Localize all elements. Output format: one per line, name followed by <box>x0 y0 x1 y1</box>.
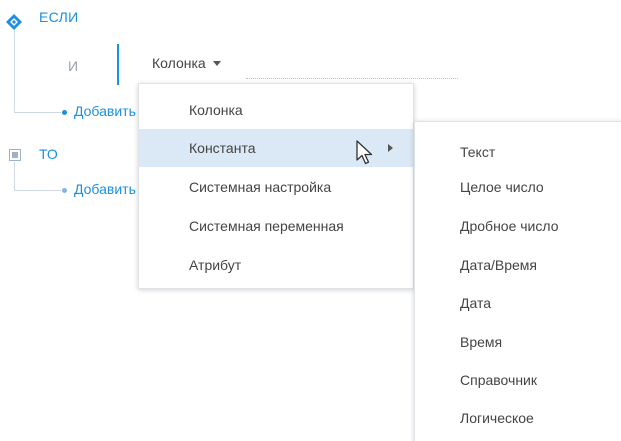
tree-branch-if-add <box>14 112 61 113</box>
mouse-cursor-icon <box>356 140 373 165</box>
menu-item-label: Атрибут <box>189 257 242 273</box>
diamond-icon <box>6 14 22 30</box>
submenu-item-label: Дробное число <box>460 218 559 234</box>
add-action-link[interactable]: Добавить <box>74 181 136 197</box>
constant-type-submenu: Текст Целое число Дробное число Дата/Вре… <box>414 121 621 441</box>
column-select[interactable]: Колонка <box>152 55 221 71</box>
submenu-item-date[interactable]: Дата <box>415 284 621 322</box>
menu-item-label: Системная переменная <box>189 218 344 234</box>
submenu-item-decimal[interactable]: Дробное число <box>415 207 621 245</box>
submenu-item-boolean[interactable]: Логическое <box>415 399 621 437</box>
tree-branch-then-add <box>14 190 61 191</box>
submenu-item-label: Время <box>460 334 503 350</box>
submenu-item-datetime[interactable]: Дата/Время <box>415 246 621 284</box>
bullet-icon <box>62 188 67 193</box>
menu-item-system-setting[interactable]: Системная настройка <box>139 168 413 206</box>
and-group-bar <box>117 44 119 85</box>
tree-line-if <box>14 30 15 113</box>
tree-line-then <box>14 162 15 191</box>
add-condition-link[interactable]: Добавить <box>74 103 136 119</box>
submenu-item-label: Текст <box>460 144 496 160</box>
column-select-label: Колонка <box>152 55 206 71</box>
submenu-item-label: Дата/Время <box>460 257 538 273</box>
bullet-icon <box>62 110 67 115</box>
value-type-menu: Колонка Константа Системная настройка Си… <box>138 83 414 289</box>
submenu-item-label: Логическое <box>460 410 534 426</box>
menu-item-label: Колонка <box>189 102 243 118</box>
condition-value-field[interactable] <box>246 78 458 79</box>
square-icon <box>9 149 21 161</box>
menu-item-system-variable[interactable]: Системная переменная <box>139 207 413 245</box>
chevron-right-icon <box>388 144 393 152</box>
then-label: ТО <box>39 146 58 162</box>
submenu-item-label: Справочник <box>460 372 537 388</box>
submenu-item-label: Целое число <box>460 179 544 195</box>
if-label: ЕСЛИ <box>39 9 79 25</box>
menu-item-label: Константа <box>189 140 256 156</box>
submenu-item-time[interactable]: Время <box>415 323 621 361</box>
menu-item-label: Системная настройка <box>189 179 332 195</box>
submenu-item-lookup[interactable]: Справочник <box>415 361 621 399</box>
menu-item-attribute[interactable]: Атрибут <box>139 246 413 284</box>
menu-item-column[interactable]: Колонка <box>139 91 413 129</box>
and-operator[interactable]: И <box>68 58 78 74</box>
caret-down-icon <box>212 60 221 66</box>
submenu-item-text[interactable]: Текст <box>415 133 621 171</box>
submenu-item-label: Дата <box>460 295 492 311</box>
submenu-item-integer[interactable]: Целое число <box>415 168 621 206</box>
